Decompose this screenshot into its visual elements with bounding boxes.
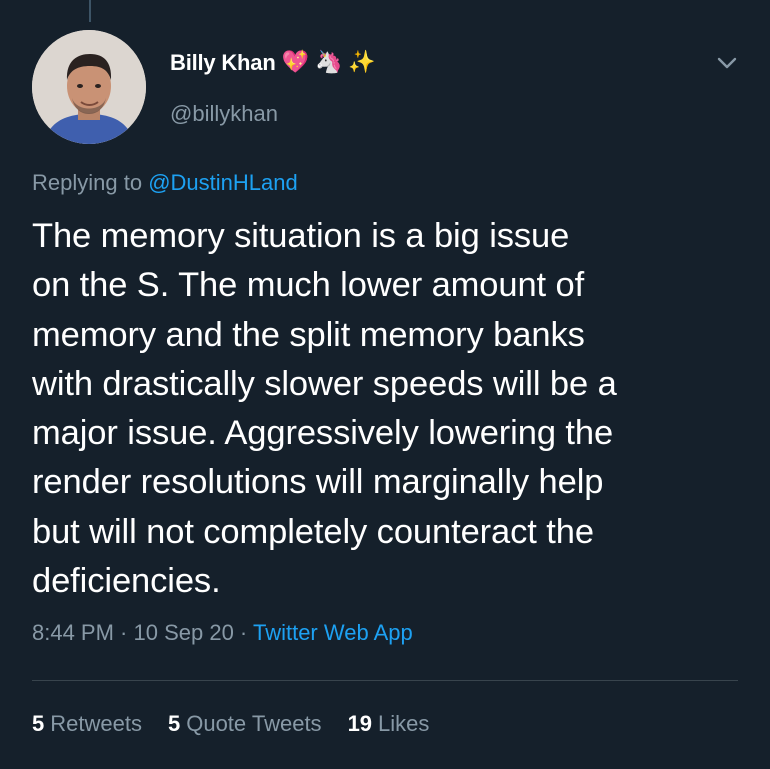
more-options-button[interactable] xyxy=(712,48,742,78)
thread-connector-line xyxy=(89,0,91,22)
engagement-stats: 5 Retweets 5 Quote Tweets 19 Likes xyxy=(32,711,429,737)
likes-stat[interactable]: 19 Likes xyxy=(348,711,430,737)
tweet-source-link[interactable]: Twitter Web App xyxy=(253,620,413,645)
meta-separator: · xyxy=(233,620,253,645)
tweet-text: The memory situation is a big issue on t… xyxy=(32,217,617,601)
avatar[interactable] xyxy=(32,30,146,144)
tweet-metadata: 8:44 PM · 10 Sep 20 · Twitter Web App xyxy=(32,620,413,646)
chevron-down-icon xyxy=(717,57,737,69)
author-name-row[interactable]: Billy Khan 💖 🦄 ✨ xyxy=(170,50,376,76)
meta-separator: · xyxy=(113,620,134,645)
replying-to-line: Replying to @DustinHLand xyxy=(32,170,298,196)
likes-count: 19 xyxy=(347,711,373,736)
replying-to-label: Replying to xyxy=(32,170,149,195)
avatar-image xyxy=(32,30,146,144)
tweet-time[interactable]: 8:44 PM xyxy=(32,620,114,645)
tweet-card: Billy Khan 💖 🦄 ✨ @billykhan Replying to … xyxy=(0,0,770,769)
stats-divider xyxy=(32,680,738,681)
quote-tweets-label: Quote Tweets xyxy=(186,711,322,736)
retweets-count: 5 xyxy=(32,711,45,736)
tweet-date[interactable]: 10 Sep 20 xyxy=(134,620,234,645)
likes-label: Likes xyxy=(378,711,430,736)
quote-tweets-stat[interactable]: 5 Quote Tweets xyxy=(168,711,322,737)
quote-tweets-count: 5 xyxy=(167,711,181,736)
reply-mention-link[interactable]: @DustinHLand xyxy=(148,170,298,195)
sparkling-heart-emoji: 💖 xyxy=(281,50,309,75)
author-display-name[interactable]: Billy Khan xyxy=(170,50,276,76)
retweets-label: Retweets xyxy=(50,711,142,736)
author-handle[interactable]: @billykhan xyxy=(170,101,278,127)
unicorn-emoji: 🦄 xyxy=(314,50,343,75)
sparkles-emoji: ✨ xyxy=(348,50,376,75)
retweets-stat[interactable]: 5 Retweets xyxy=(32,711,142,737)
